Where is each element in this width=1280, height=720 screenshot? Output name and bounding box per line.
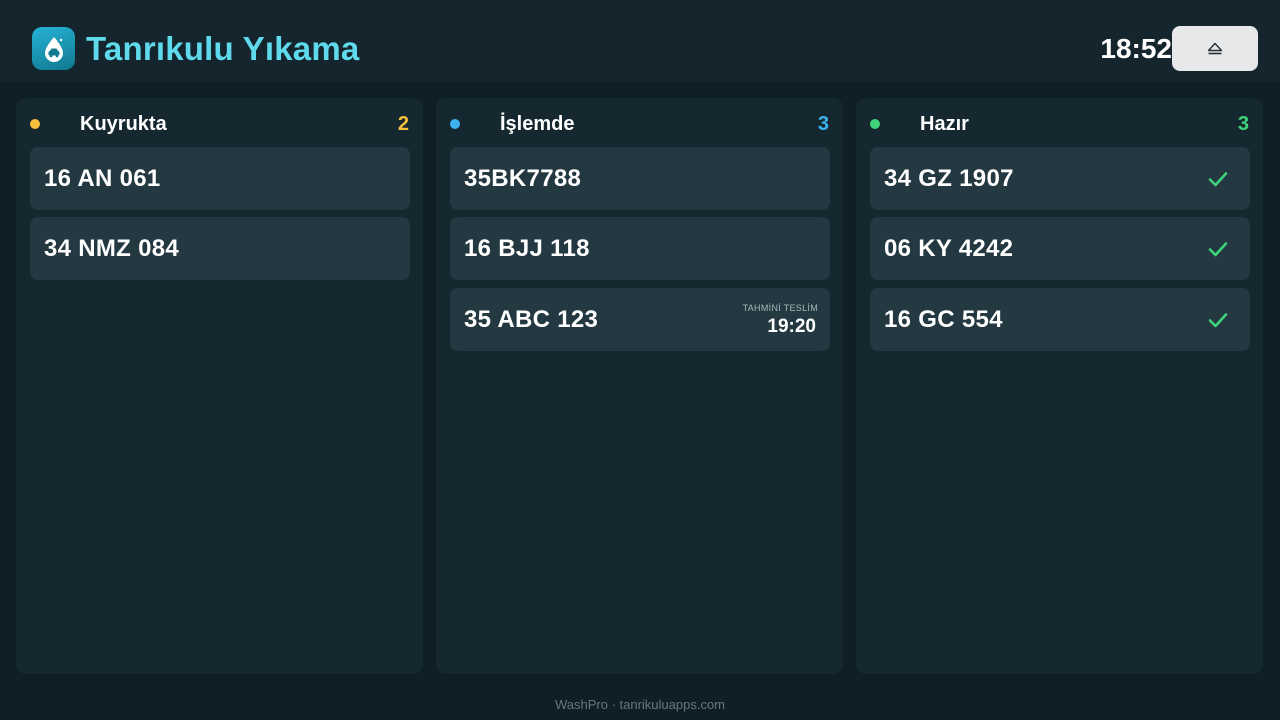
plate-number: 34 GZ 1907 — [884, 165, 1014, 192]
eject-button[interactable] — [1172, 26, 1258, 71]
vehicle-card[interactable]: 34 NMZ 084 — [30, 217, 410, 280]
column-count: 2 — [397, 113, 409, 135]
column-title: İşlemde — [500, 113, 575, 135]
eta-label: TAHMİNİ TESLİM — [742, 303, 818, 313]
status-dot — [870, 119, 880, 129]
plate-number: 35BK7788 — [464, 165, 582, 192]
plate-number: 35 ABC 123 — [464, 306, 599, 333]
column-title: Kuyrukta — [80, 113, 167, 135]
eta-time: 19:20 — [767, 316, 816, 337]
check-icon — [1208, 172, 1228, 187]
vehicle-card[interactable]: 06 KY 4242 — [870, 217, 1250, 280]
vehicle-card[interactable]: 16 GC 554 — [870, 288, 1250, 351]
plate-number: 16 BJJ 118 — [464, 235, 590, 262]
status-dot — [450, 119, 460, 129]
plate-number: 06 KY 4242 — [884, 235, 1014, 262]
plate-number: 16 AN 061 — [44, 165, 161, 192]
plate-number: 16 GC 554 — [884, 306, 1003, 333]
plate-number: 34 NMZ 084 — [44, 235, 180, 262]
top-bar: Tanrıkulu Yıkama 18:52 — [0, 0, 1280, 82]
column-count: 3 — [817, 113, 829, 135]
column-count: 3 — [1237, 113, 1249, 135]
column-title: Hazır — [920, 113, 969, 135]
vehicle-card[interactable]: 35 ABC 123 TAHMİNİ TESLİM 19:20 — [450, 288, 830, 351]
clock: 18:52 — [1100, 33, 1172, 64]
vehicle-card[interactable]: 16 BJJ 118 — [450, 217, 830, 280]
vehicle-card[interactable]: 34 GZ 1907 — [870, 147, 1250, 210]
column-header: Hazır 3 — [856, 98, 1263, 146]
vehicle-card[interactable]: 16 AN 061 — [30, 147, 410, 210]
column-processing: İşlemde 3 35BK7788 16 BJJ 118 35 ABC 123… — [436, 98, 843, 674]
column-header: İşlemde 3 — [436, 98, 843, 146]
vehicle-card[interactable]: 35BK7788 — [450, 147, 830, 210]
column-ready: Hazır 3 34 GZ 1907 06 KY 4242 16 GC 554 — [856, 98, 1263, 674]
app-title: Tanrıkulu Yıkama — [86, 30, 360, 67]
water-drop-car-icon — [32, 27, 75, 70]
check-icon — [1208, 313, 1228, 328]
eject-icon — [1207, 42, 1223, 54]
column-queue: Kuyrukta 2 16 AN 061 34 NMZ 084 — [16, 98, 423, 674]
check-icon — [1208, 242, 1228, 257]
column-header: Kuyrukta 2 — [16, 98, 423, 146]
footer-credit: WashPro · tanrikuluapps.com — [554, 697, 726, 712]
status-dot — [30, 119, 40, 129]
